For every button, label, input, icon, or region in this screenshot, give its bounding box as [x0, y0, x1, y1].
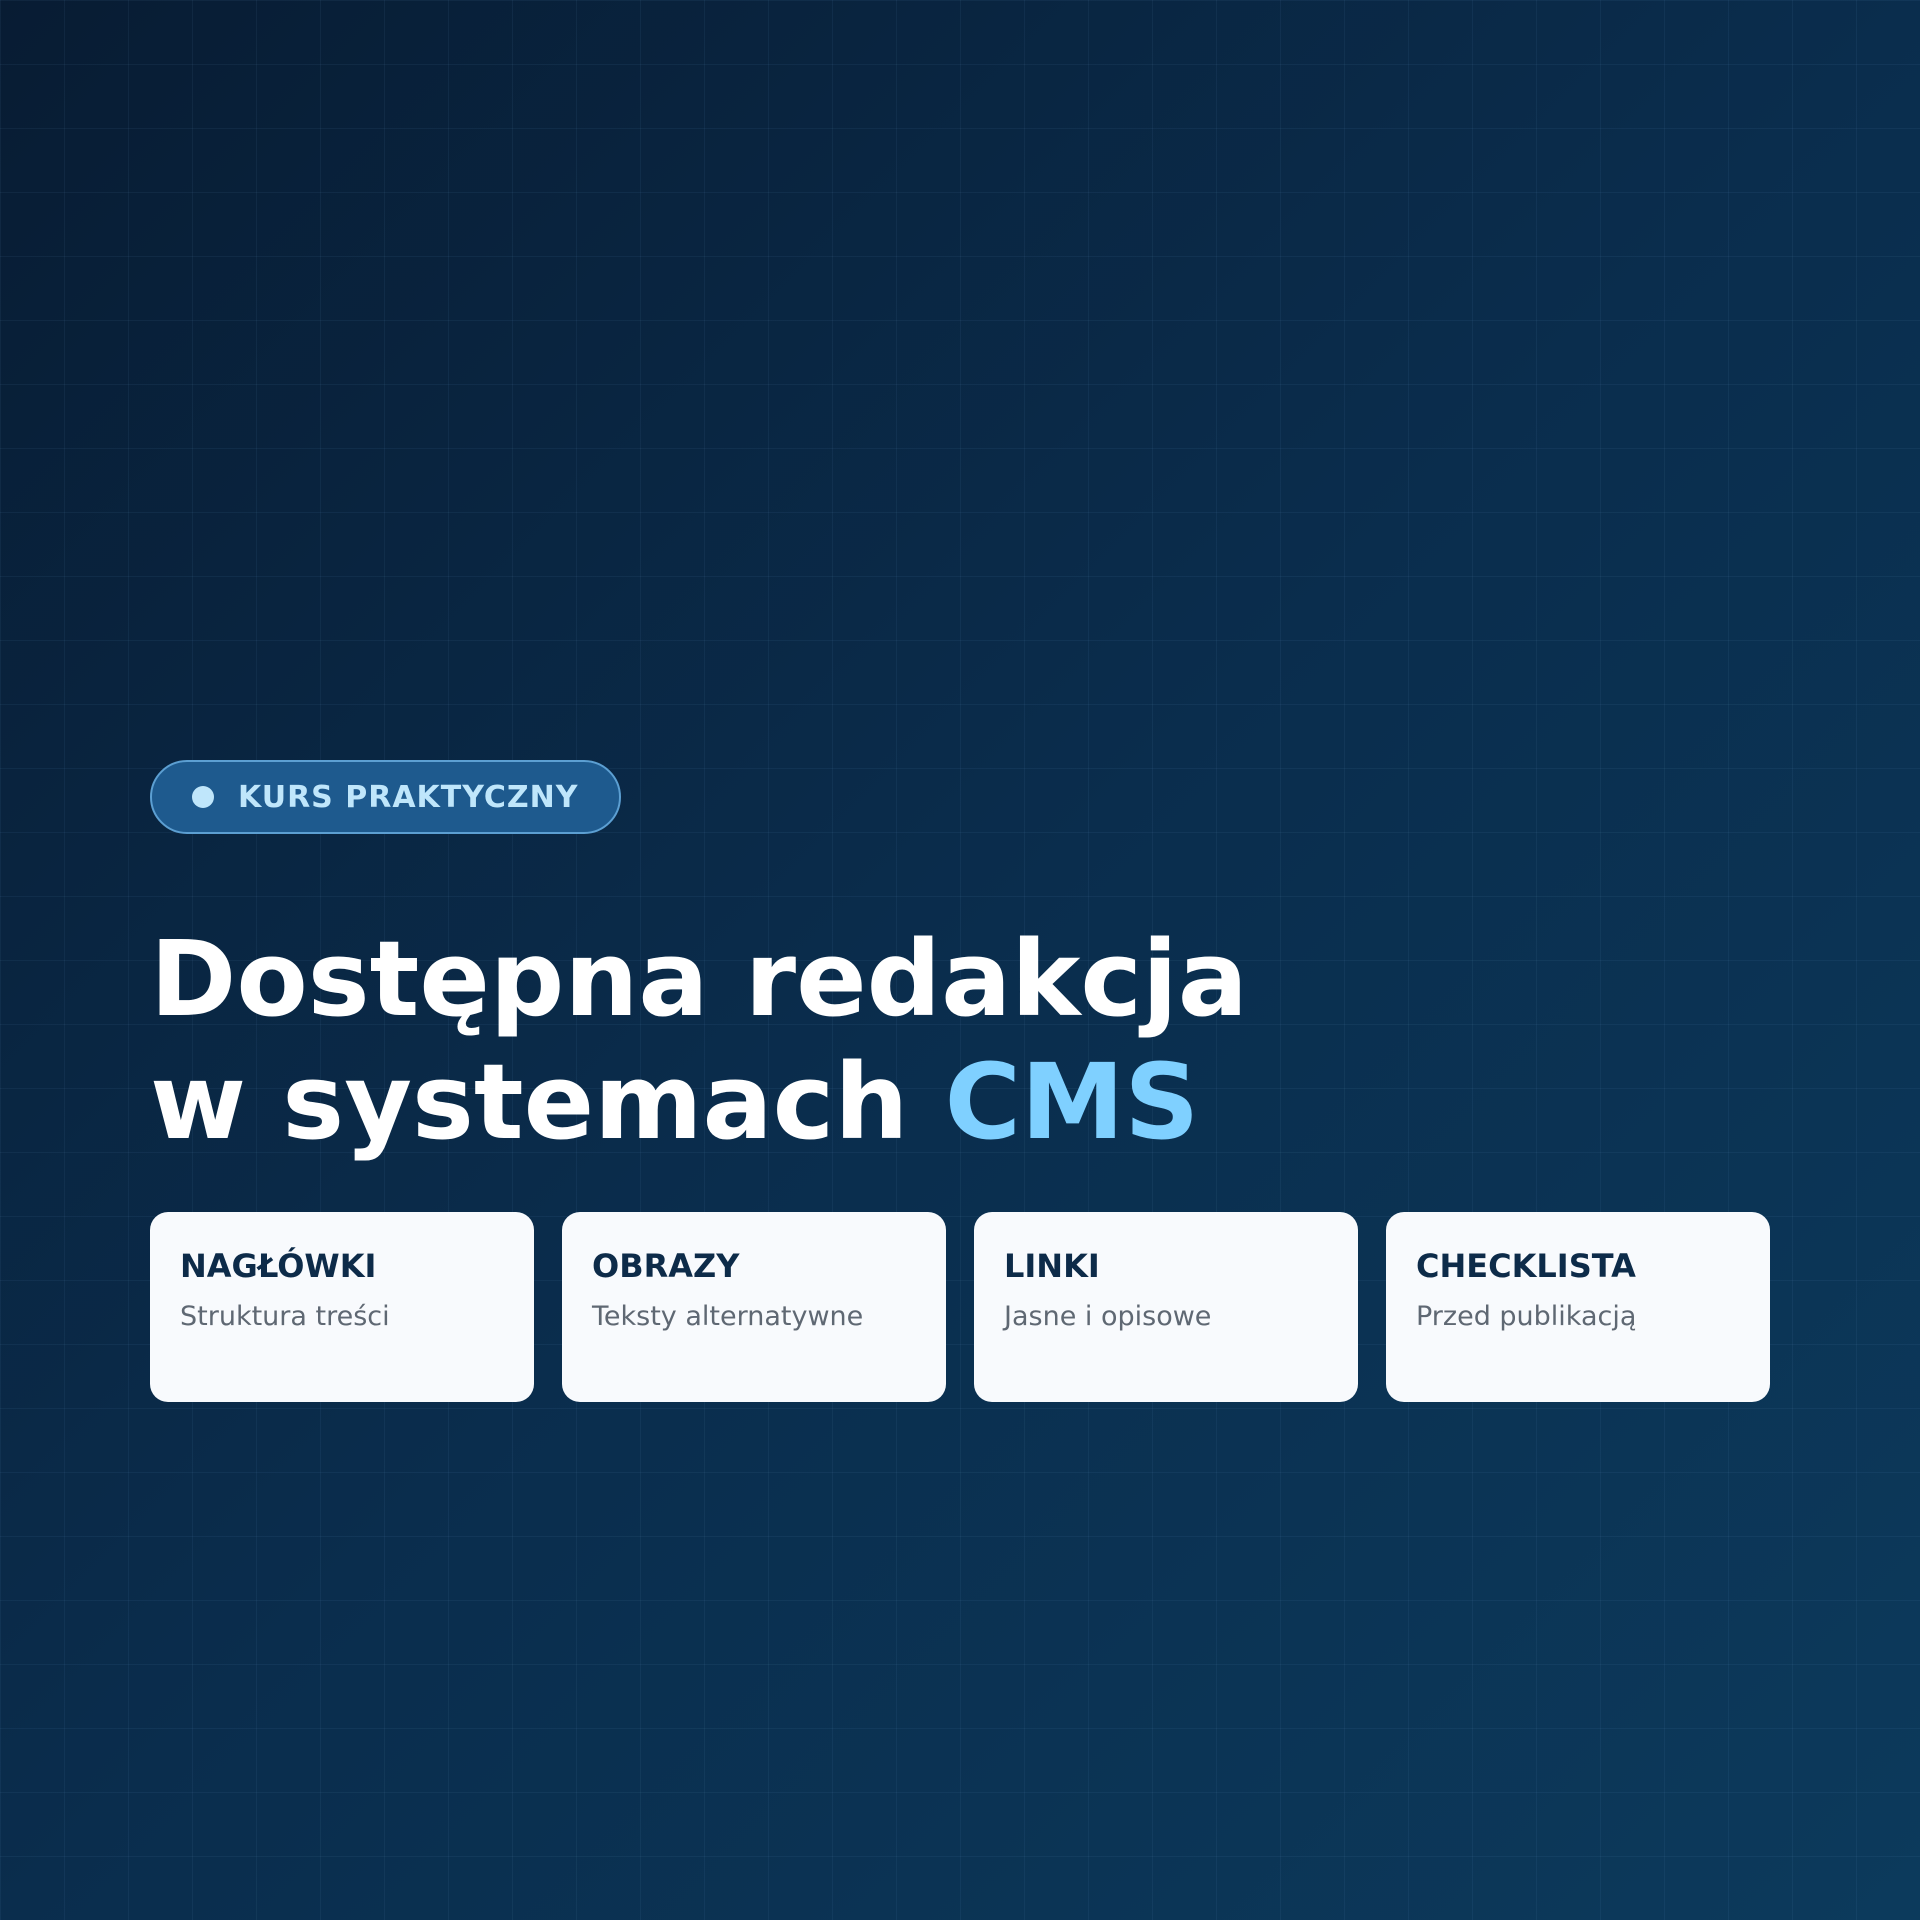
card-title: NAGŁÓWKI	[180, 1247, 377, 1285]
card-description: Teksty alternatywne	[592, 1301, 864, 1332]
card-linki: LINKI Jasne i opisowe	[974, 1212, 1358, 1402]
dot-icon	[192, 786, 214, 808]
card-description: Jasne i opisowe	[1004, 1301, 1212, 1332]
hero-section: KURS PRAKTYCZNY Dostępna redakcja w syst…	[150, 760, 1770, 1164]
card-obrazy: OBRAZY Teksty alternatywne	[562, 1212, 946, 1402]
page-title: Dostępna redakcja w systemach CMS	[150, 918, 1770, 1164]
course-badge: KURS PRAKTYCZNY	[150, 760, 621, 834]
card-checklista: CHECKLISTA Przed publikacją	[1386, 1212, 1770, 1402]
title-line-1: Dostępna redakcja	[150, 918, 1248, 1040]
topic-cards: NAGŁÓWKI Struktura treści OBRAZY Teksty …	[150, 1212, 1770, 1402]
title-line-2: w systemach	[150, 1041, 945, 1163]
card-title: OBRAZY	[592, 1247, 740, 1285]
card-title: CHECKLISTA	[1416, 1247, 1636, 1285]
card-description: Struktura treści	[180, 1301, 390, 1332]
card-title: LINKI	[1004, 1247, 1100, 1285]
card-naglowki: NAGŁÓWKI Struktura treści	[150, 1212, 534, 1402]
badge-label: KURS PRAKTYCZNY	[238, 779, 579, 815]
card-description: Przed publikacją	[1416, 1301, 1637, 1332]
title-accent: CMS	[944, 1041, 1200, 1163]
